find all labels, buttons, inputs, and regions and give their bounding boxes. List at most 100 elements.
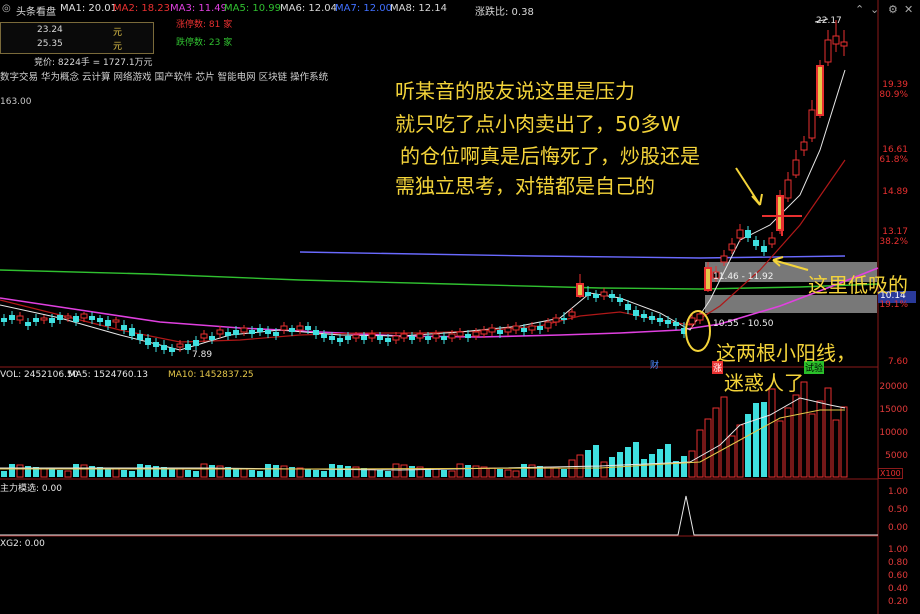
vol-tick-5000: 5000 — [885, 451, 908, 461]
volume-bar — [761, 402, 767, 477]
candle-body — [89, 316, 95, 320]
axis-pct-5: 19.1% — [879, 300, 908, 310]
ma-blue-line — [299, 251, 846, 259]
candle-body — [73, 316, 79, 322]
volume-bar — [80, 464, 88, 478]
candle-body — [392, 335, 400, 341]
volume-bar — [9, 464, 15, 477]
volume-bar — [753, 403, 759, 477]
volume-bar — [704, 418, 712, 478]
candle-body — [761, 246, 767, 252]
candle-body — [377, 336, 383, 340]
volume-bar — [193, 471, 199, 477]
candle-body — [808, 109, 816, 139]
finance-marker[interactable]: 财 — [650, 358, 659, 371]
volume-bar — [313, 470, 319, 477]
candle-body — [257, 328, 263, 332]
candle-body — [816, 65, 824, 116]
volume-bar — [792, 394, 800, 478]
volume-bar — [441, 470, 447, 477]
candle-body — [704, 267, 712, 291]
axis-price-4: 13.17 — [882, 227, 908, 237]
candle-body — [361, 336, 367, 340]
candle-body — [209, 336, 215, 340]
ind2-tick-3: 0.60 — [887, 571, 908, 581]
volume-bar — [1, 471, 7, 477]
candle-body — [185, 344, 191, 350]
annotation-line-1: 听某音的股友说这里是压力 — [395, 79, 635, 103]
candle-body — [432, 333, 440, 339]
volume-bar — [600, 461, 608, 478]
candle-body — [305, 326, 311, 330]
candle-body — [528, 325, 536, 331]
candle-body — [240, 327, 248, 333]
volume-bar — [112, 468, 120, 478]
vol-tick-20000: 20000 — [879, 382, 908, 392]
candle-body — [696, 313, 704, 321]
volume-bar — [512, 470, 520, 478]
candle-body — [728, 243, 736, 251]
candle-body — [600, 291, 608, 297]
volume-bar — [712, 407, 720, 478]
volume-bar — [49, 469, 55, 477]
volume-bar — [64, 470, 72, 478]
candle-body — [313, 330, 319, 335]
volume-bar — [688, 450, 696, 478]
candle-body — [25, 322, 31, 326]
annotation-low-buy: 这里低吸的 — [808, 273, 908, 297]
candle-body — [657, 318, 663, 322]
volume-bar — [400, 464, 408, 478]
volume-bar — [209, 465, 215, 477]
candle-body — [425, 336, 431, 340]
volume-bar — [305, 469, 311, 477]
candle-body — [673, 322, 679, 326]
candle-body — [337, 338, 343, 342]
candle-body — [16, 315, 24, 321]
ind2-tick-5: 0.20 — [887, 597, 908, 607]
candle-body — [57, 315, 63, 320]
indicator2-label: XG2: 0.00 — [0, 539, 45, 549]
candle-body — [665, 320, 671, 324]
low-price-label: 7.89 — [192, 350, 213, 360]
candle-body — [97, 318, 103, 322]
axis-price-1: 19.39 — [882, 80, 908, 90]
candle-body — [576, 283, 584, 297]
candle-body — [617, 298, 623, 302]
candle-body — [552, 317, 560, 323]
candle-body — [720, 255, 728, 263]
volume-bar — [472, 465, 480, 478]
candle-body — [465, 334, 471, 338]
ind2-tick-4: 0.40 — [887, 584, 908, 594]
candle-body — [480, 329, 488, 335]
candle-body — [137, 334, 143, 340]
volume-bars — [1, 381, 848, 478]
candle-body — [792, 159, 800, 176]
candle-body — [368, 333, 376, 339]
volume-bar — [249, 470, 255, 477]
candle-body — [105, 320, 111, 326]
volume-bar — [521, 464, 527, 477]
support-box-bottom-label: 10.55 - 10.50 — [713, 319, 774, 329]
candle-body — [472, 331, 480, 337]
candle-body — [593, 294, 599, 298]
volume-bar — [696, 429, 704, 478]
candle-body — [40, 317, 48, 321]
candle-body — [688, 317, 696, 325]
volume-bar — [145, 465, 151, 477]
axis-price-6: 7.60 — [887, 357, 908, 367]
volume-bar — [265, 464, 271, 477]
volume-bar — [720, 396, 728, 478]
volume-bar — [432, 468, 440, 478]
ind2-tick-1: 1.00 — [887, 545, 908, 555]
volume-bar — [681, 456, 687, 477]
candle-body — [249, 330, 255, 334]
indicator1-label: 主力模选: 0.00 — [0, 484, 62, 494]
candle-body — [448, 333, 456, 339]
candle-body — [633, 310, 639, 316]
volume-bar — [185, 470, 191, 477]
volume-bar — [593, 445, 599, 477]
volume-bar — [273, 465, 279, 477]
candle-body — [321, 334, 327, 338]
candle-body — [193, 340, 199, 346]
ind1-tick-2: 0.50 — [887, 505, 908, 515]
